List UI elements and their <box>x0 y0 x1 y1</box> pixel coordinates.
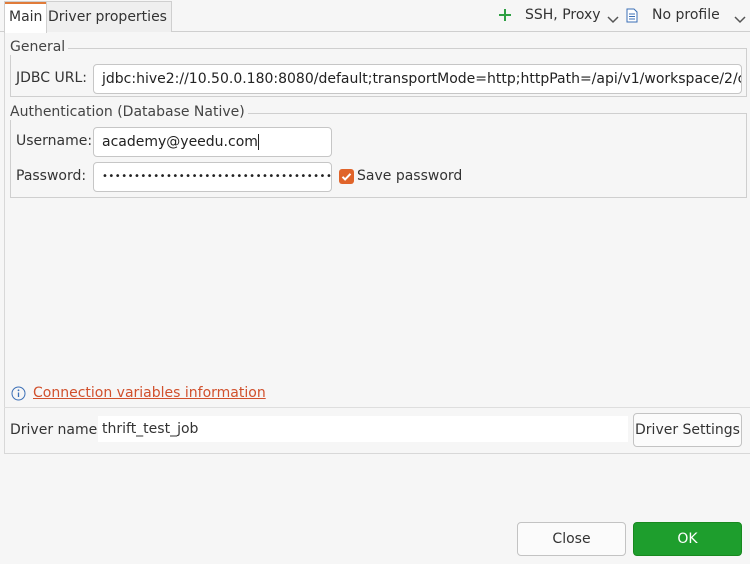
tab-driver-properties-label: Driver properties <box>48 9 167 25</box>
close-button[interactable]: Close <box>517 522 626 556</box>
jdbc-url-input[interactable]: jdbc:hive2://10.50.0.180:8080/default;tr… <box>93 64 742 94</box>
network-handlers-button[interactable]: SSH, Proxy <box>525 7 601 23</box>
general-legend: General <box>10 39 69 55</box>
separator <box>4 407 750 408</box>
password-label: Password: <box>16 168 87 184</box>
tab-main[interactable]: Main <box>4 1 48 33</box>
network-handlers-label: SSH, Proxy <box>525 7 601 23</box>
username-input[interactable]: academy@yeedu.com <box>93 127 332 157</box>
jdbc-url-label: JDBC URL: <box>16 70 87 86</box>
plus-icon[interactable] <box>497 7 513 23</box>
ok-button[interactable]: OK <box>633 522 742 556</box>
driver-name-value: thrift_test_job <box>98 416 628 442</box>
checkmark-icon <box>341 173 352 181</box>
chevron-down-icon[interactable] <box>734 12 746 28</box>
driver-name-label: Driver name: <box>10 422 102 438</box>
save-password-label[interactable]: Save password <box>357 168 462 184</box>
password-input[interactable]: ••••••••••••••••••••••••••••••••••••••••… <box>93 162 332 192</box>
authentication-legend: Authentication (Database Native) <box>10 104 248 120</box>
driver-settings-button[interactable]: Driver Settings <box>633 413 742 447</box>
chevron-down-icon[interactable] <box>607 12 619 28</box>
username-label: Username: <box>16 133 93 149</box>
connection-variables-link[interactable]: Connection variables information <box>33 385 266 401</box>
tab-main-label: Main <box>9 9 43 25</box>
text-caret <box>257 134 259 150</box>
document-icon <box>626 8 638 27</box>
profile-selector[interactable]: No profile <box>652 7 720 23</box>
save-password-checkbox[interactable] <box>339 169 354 184</box>
username-value: academy@yeedu.com <box>102 134 258 150</box>
tab-driver-properties[interactable]: Driver properties <box>43 1 172 32</box>
profile-label: No profile <box>652 7 720 23</box>
info-icon <box>11 386 26 405</box>
